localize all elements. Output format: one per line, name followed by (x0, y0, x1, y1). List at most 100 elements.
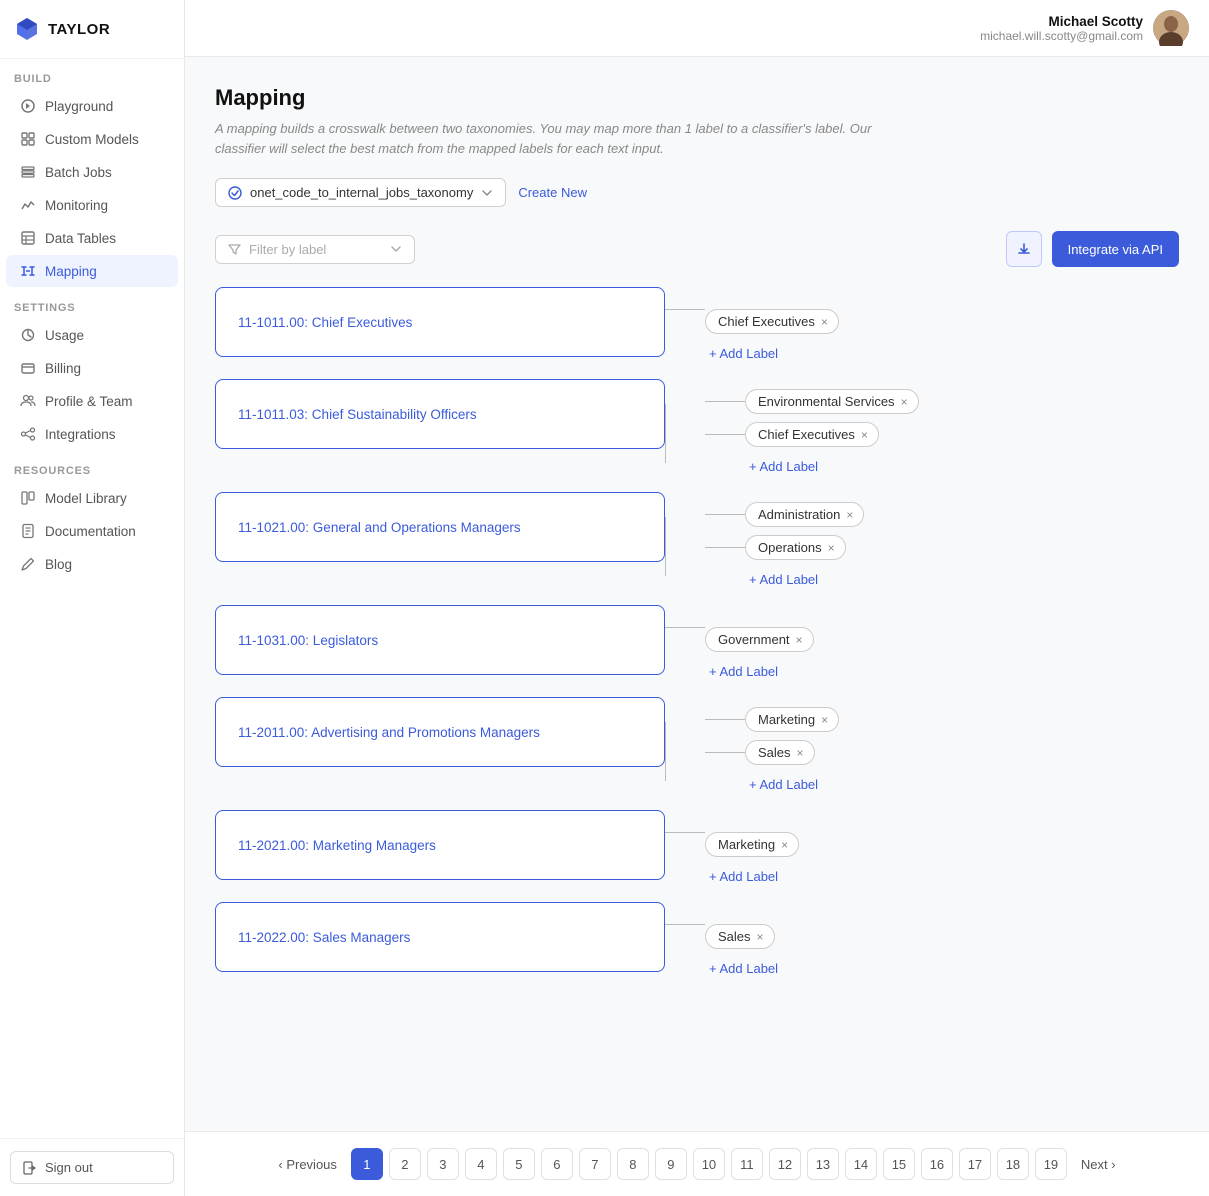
page-title: Mapping (215, 85, 1179, 111)
sidebar-item-mapping[interactable]: Mapping (6, 255, 178, 287)
tag-label: Chief Executives (758, 427, 855, 442)
sidebar-item-usage[interactable]: Usage (6, 319, 178, 351)
check-circle-icon (228, 186, 242, 200)
tag-remove-button[interactable]: × (757, 931, 764, 943)
sidebar-item-monitoring[interactable]: Monitoring (6, 189, 178, 221)
tag-remove-button[interactable]: × (821, 714, 828, 726)
tag-remove-button[interactable]: × (796, 634, 803, 646)
page-number-button[interactable]: 7 (579, 1148, 611, 1180)
tag-remove-button[interactable]: × (828, 542, 835, 554)
sidebar-item-label: Documentation (45, 524, 136, 539)
page-number-button[interactable]: 19 (1035, 1148, 1067, 1180)
mapping-source-link[interactable]: 11-1011.00: Chief Executives (238, 315, 412, 330)
tag-row: Chief Executives× (705, 309, 1179, 334)
page-number-button[interactable]: 15 (883, 1148, 915, 1180)
documentation-icon (20, 523, 36, 539)
download-button[interactable] (1006, 231, 1042, 267)
mapping-source-link[interactable]: 11-1021.00: General and Operations Manag… (238, 520, 521, 535)
page-number-button[interactable]: 4 (465, 1148, 497, 1180)
page-number-button[interactable]: 5 (503, 1148, 535, 1180)
mapping-source-link[interactable]: 11-2022.00: Sales Managers (238, 930, 410, 945)
sidebar-item-custom-models[interactable]: Custom Models (6, 123, 178, 155)
tag: Government× (705, 627, 814, 652)
avatar-image (1153, 10, 1189, 46)
logo-area: TAYLOR (0, 0, 184, 59)
page-number-button[interactable]: 12 (769, 1148, 801, 1180)
tag-remove-button[interactable]: × (781, 839, 788, 851)
page-number-button[interactable]: 17 (959, 1148, 991, 1180)
sidebar-item-profile-team[interactable]: Profile & Team (6, 385, 178, 417)
add-label-button[interactable]: + Add Label (705, 773, 1179, 796)
sidebar-item-documentation[interactable]: Documentation (6, 515, 178, 547)
sidebar-item-blog[interactable]: Blog (6, 548, 178, 580)
connector-area: Marketing×Sales×+ Add Label (665, 697, 1179, 796)
add-label-button[interactable]: + Add Label (705, 957, 1179, 980)
h-branch-line (705, 752, 745, 753)
add-label-button[interactable]: + Add Label (705, 660, 1179, 683)
build-section-label: BUILD (0, 59, 184, 89)
tag-remove-button[interactable]: × (861, 429, 868, 441)
tags-wrapper: Sales×+ Add Label (705, 924, 1179, 980)
data-tables-icon (20, 230, 36, 246)
filter-select[interactable]: Filter by label (215, 235, 415, 264)
h-branch-line (705, 401, 745, 402)
tag: Operations× (745, 535, 846, 560)
sidebar-item-billing[interactable]: Billing (6, 352, 178, 384)
mapping-source: 11-1031.00: Legislators (215, 605, 665, 675)
page-number-button[interactable]: 9 (655, 1148, 687, 1180)
user-details: Michael Scotty michael.will.scotty@gmail… (980, 14, 1143, 43)
page-number-button[interactable]: 6 (541, 1148, 573, 1180)
page-number-button[interactable]: 10 (693, 1148, 725, 1180)
resources-section-label: RESOURCES (0, 451, 184, 481)
page-number-button[interactable]: 13 (807, 1148, 839, 1180)
prev-button[interactable]: ‹ Previous (270, 1148, 345, 1180)
avatar (1153, 10, 1189, 46)
mapping-source-link[interactable]: 11-2011.00: Advertising and Promotions M… (238, 725, 540, 740)
page-number-button[interactable]: 16 (921, 1148, 953, 1180)
sidebar-item-playground[interactable]: Playground (6, 90, 178, 122)
tag-remove-button[interactable]: × (901, 396, 908, 408)
sidebar-item-label: Model Library (45, 491, 127, 506)
page-number-button[interactable]: 18 (997, 1148, 1029, 1180)
create-new-link[interactable]: Create New (518, 185, 587, 200)
add-label-button[interactable]: + Add Label (705, 568, 1179, 591)
h-connector-line (665, 924, 705, 925)
page-number-button[interactable]: 11 (731, 1148, 763, 1180)
integrate-api-button[interactable]: Integrate via API (1052, 231, 1179, 267)
taxonomy-select[interactable]: onet_code_to_internal_jobs_taxonomy (215, 178, 506, 207)
content-area: Mapping A mapping builds a crosswalk bet… (185, 57, 1209, 1131)
page-number-button[interactable]: 14 (845, 1148, 877, 1180)
mapping-source-link[interactable]: 11-1011.03: Chief Sustainability Officer… (238, 407, 477, 422)
tag-remove-button[interactable]: × (797, 747, 804, 759)
page-number-button[interactable]: 8 (617, 1148, 649, 1180)
next-button[interactable]: Next › (1073, 1148, 1124, 1180)
tag-remove-button[interactable]: × (821, 316, 828, 328)
download-icon (1016, 241, 1032, 257)
sign-out-button[interactable]: Sign out (10, 1151, 174, 1184)
mapping-source-link[interactable]: 11-1031.00: Legislators (238, 633, 378, 648)
sidebar-item-model-library[interactable]: Model Library (6, 482, 178, 514)
tag-row: Sales× (705, 740, 1179, 765)
page-number-button[interactable]: 2 (389, 1148, 421, 1180)
sidebar-item-data-tables[interactable]: Data Tables (6, 222, 178, 254)
tag-remove-button[interactable]: × (846, 509, 853, 521)
tag-row: Administration× (705, 502, 1179, 527)
page-number-button[interactable]: 1 (351, 1148, 383, 1180)
sidebar-item-batch-jobs[interactable]: Batch Jobs (6, 156, 178, 188)
connector-area: Marketing×+ Add Label (665, 810, 1179, 888)
mapping-row: 11-1011.03: Chief Sustainability Officer… (215, 379, 1179, 478)
mapping-row: 11-2021.00: Marketing ManagersMarketing×… (215, 810, 1179, 888)
mapping-row: 11-1031.00: Legislators Government× + Add … (215, 605, 1179, 683)
add-label-button[interactable]: + Add Label (705, 455, 1179, 478)
vertical-connector (665, 389, 705, 478)
user-info: Michael Scotty michael.will.scotty@gmail… (980, 10, 1189, 46)
add-label-button[interactable]: + Add Label (705, 865, 1179, 888)
tag-label: Environmental Services (758, 394, 895, 409)
sidebar-item-label: Data Tables (45, 231, 116, 246)
sidebar-item-integrations[interactable]: Integrations (6, 418, 178, 450)
page-number-button[interactable]: 3 (427, 1148, 459, 1180)
mapping-source-link[interactable]: 11-2021.00: Marketing Managers (238, 838, 436, 853)
v-connector-line (665, 404, 666, 463)
sidebar-item-label: Playground (45, 99, 113, 114)
add-label-button[interactable]: + Add Label (705, 342, 1179, 365)
